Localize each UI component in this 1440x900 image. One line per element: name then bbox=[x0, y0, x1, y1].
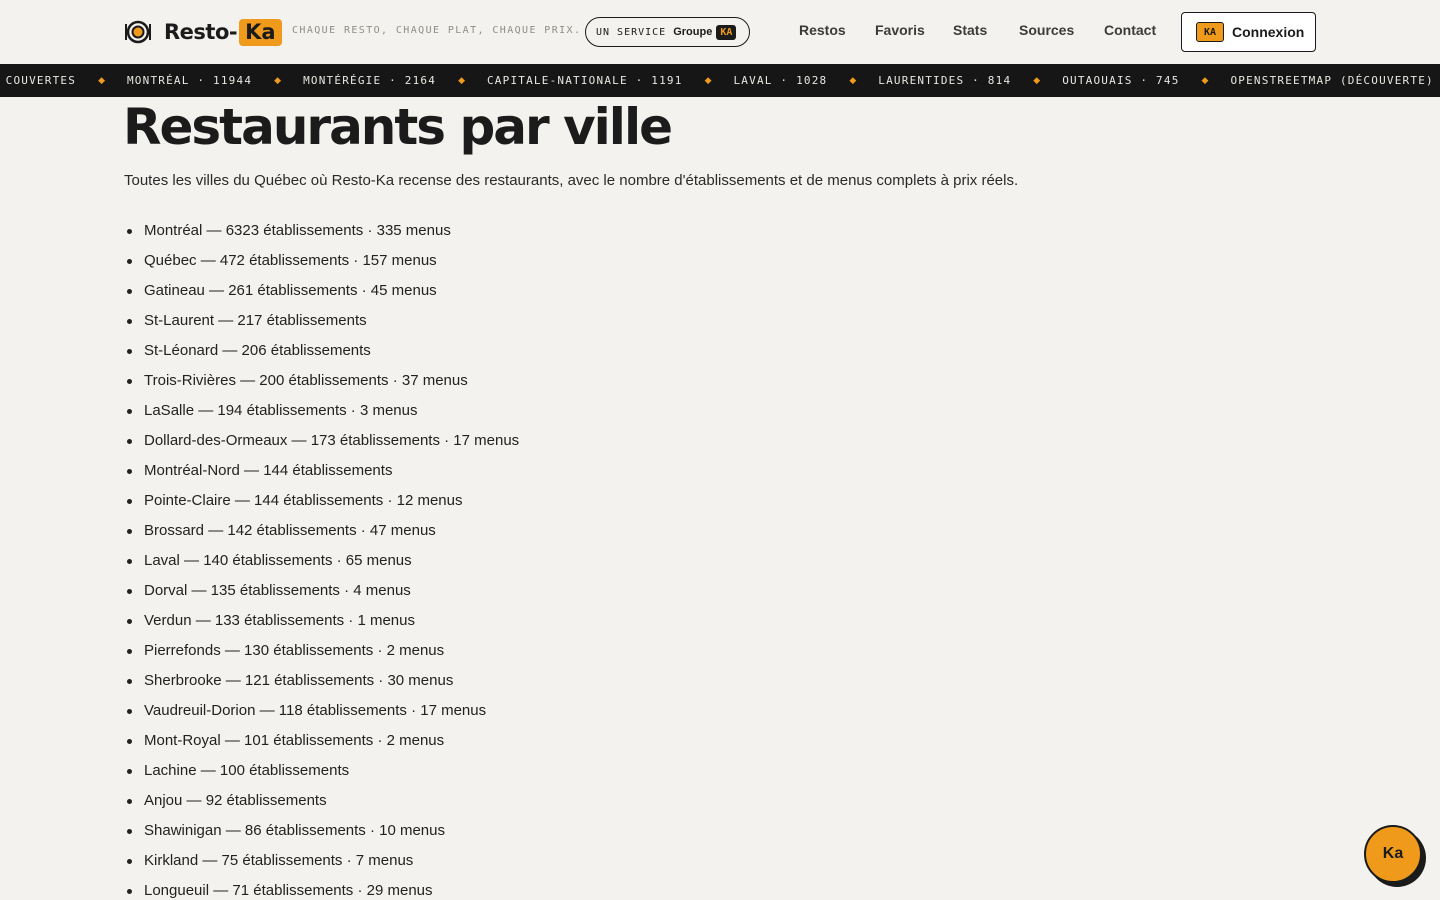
ticker-track: S COUVERTES ◆ MONTRÉAL · 11944 ◆ MONTÉRÉ… bbox=[0, 64, 1440, 97]
city-item[interactable]: Trois-Rivières — 200 établissements · 37… bbox=[124, 366, 519, 396]
city-item[interactable]: St-Léonard — 206 établissements bbox=[124, 336, 519, 366]
ticker-item: LAURENTIDES · 814 bbox=[878, 74, 1012, 87]
group-ka-badge: KA bbox=[716, 24, 737, 40]
city-list: Montréal — 6323 établissements · 335 men… bbox=[124, 216, 519, 900]
diamond-icon: ◆ bbox=[1033, 75, 1041, 85]
city-item[interactable]: Montréal — 6323 établissements · 335 men… bbox=[124, 216, 519, 246]
city-item[interactable]: Shawinigan — 86 établissements · 10 menu… bbox=[124, 816, 519, 846]
plate-icon bbox=[125, 20, 151, 44]
city-item[interactable]: Montréal-Nord — 144 établissements bbox=[124, 456, 519, 486]
city-item[interactable]: Longueuil — 71 établissements · 29 menus bbox=[124, 876, 519, 900]
city-item[interactable]: St-Laurent — 217 établissements bbox=[124, 306, 519, 336]
ticker-item: OUTAOUAIS · 745 bbox=[1062, 74, 1180, 87]
city-item[interactable]: Québec — 472 établissements · 157 menus bbox=[124, 246, 519, 276]
diamond-icon: ◆ bbox=[458, 75, 465, 85]
city-item[interactable]: Sherbrooke — 121 établissements · 30 men… bbox=[124, 666, 519, 696]
diamond-icon: ◆ bbox=[1201, 75, 1209, 85]
city-item[interactable]: Vaudreuil-Dorion — 118 établissements · … bbox=[124, 696, 519, 726]
service-group: Groupe bbox=[673, 26, 713, 38]
ticker-item: LAVAL · 1028 bbox=[733, 74, 828, 87]
city-item[interactable]: Pointe-Claire — 144 établissements · 12 … bbox=[124, 486, 519, 516]
ticker-item: S COUVERTES bbox=[0, 74, 77, 87]
nav-contact[interactable]: Contact bbox=[1104, 22, 1156, 38]
ticker-item: OPENSTREETMAP (DÉCOUVERTE) · 12 bbox=[1230, 74, 1440, 87]
city-item[interactable]: LaSalle — 194 établissements · 3 menus bbox=[124, 396, 519, 426]
ticker-item: MONTRÉAL · 11944 bbox=[126, 74, 253, 87]
city-item[interactable]: Dorval — 135 établissements · 4 menus bbox=[124, 576, 519, 606]
nav-stats[interactable]: Stats bbox=[953, 22, 987, 38]
service-label: UN SERVICE bbox=[596, 26, 667, 38]
city-item[interactable]: Lachine — 100 établissements bbox=[124, 756, 519, 786]
diamond-icon: ◆ bbox=[98, 75, 105, 85]
ka-assistant-button[interactable]: Ka bbox=[1364, 825, 1422, 883]
login-button[interactable]: KA Connexion bbox=[1181, 12, 1316, 52]
city-item[interactable]: Gatineau — 261 établissements · 45 menus bbox=[124, 276, 519, 306]
city-item[interactable]: Laval — 140 établissements · 65 menus bbox=[124, 546, 519, 576]
nav-favoris[interactable]: Favoris bbox=[875, 22, 925, 38]
city-item[interactable]: Anjou — 92 établissements bbox=[124, 786, 519, 816]
site-header: Resto- Ka CHAQUE RESTO, CHAQUE PLAT, CHA… bbox=[0, 0, 1440, 64]
diamond-icon: ◆ bbox=[849, 75, 857, 85]
diamond-icon: ◆ bbox=[704, 75, 712, 85]
city-item[interactable]: Brossard — 142 établissements · 47 menus bbox=[124, 516, 519, 546]
tagline: CHAQUE RESTO, CHAQUE PLAT, CHAQUE PRIX. bbox=[292, 25, 582, 36]
region-ticker: S COUVERTES ◆ MONTRÉAL · 11944 ◆ MONTÉRÉ… bbox=[0, 64, 1440, 97]
city-item[interactable]: Pierrefonds — 130 établissements · 2 men… bbox=[124, 636, 519, 666]
login-ka-badge: KA bbox=[1196, 22, 1224, 42]
diamond-icon: ◆ bbox=[274, 75, 282, 85]
login-label: Connexion bbox=[1232, 24, 1305, 40]
page-intro: Toutes les villes du Québec où Resto-Ka … bbox=[124, 172, 1019, 189]
city-item[interactable]: Mont-Royal — 101 établissements · 2 menu… bbox=[124, 726, 519, 756]
city-item[interactable]: Dollard-des-Ormeaux — 173 établissements… bbox=[124, 426, 519, 456]
ticker-item: CAPITALE-NATIONALE · 1191 bbox=[486, 74, 683, 87]
city-item[interactable]: Kirkland — 75 établissements · 7 menus bbox=[124, 846, 519, 876]
nav-restos[interactable]: Restos bbox=[799, 22, 846, 38]
logo-text: Resto- bbox=[164, 20, 238, 44]
city-item[interactable]: Verdun — 133 établissements · 1 menus bbox=[124, 606, 519, 636]
page-title: Restaurants par ville bbox=[123, 98, 673, 156]
service-badge[interactable]: UN SERVICE Groupe KA bbox=[585, 17, 750, 47]
logo-highlight: Ka bbox=[239, 18, 282, 46]
logo[interactable]: Resto- Ka bbox=[124, 17, 282, 47]
nav-sources[interactable]: Sources bbox=[1019, 22, 1074, 38]
ticker-item: MONTÉRÉGIE · 2164 bbox=[303, 74, 437, 87]
